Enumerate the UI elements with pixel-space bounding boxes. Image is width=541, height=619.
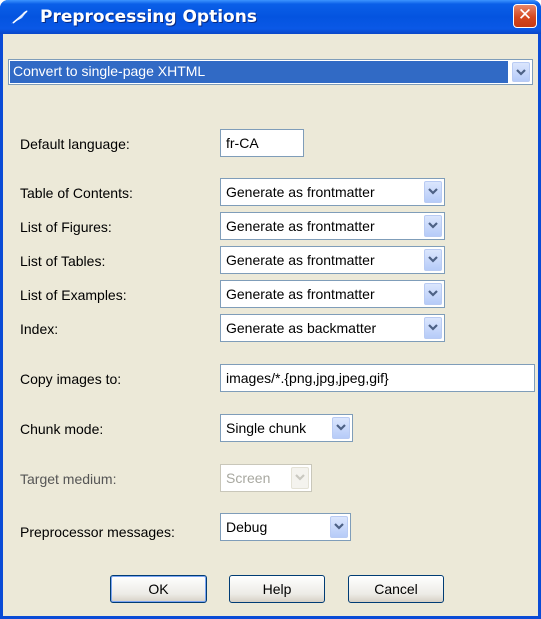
examples-value: Generate as frontmatter [226, 286, 375, 302]
examples-select[interactable]: Generate as frontmatter [220, 280, 445, 308]
chevron-down-icon[interactable] [424, 249, 442, 271]
dialog-content: Convert to single-page XHTML Default lan… [3, 34, 538, 616]
chunk-mode-select[interactable]: Single chunk [220, 414, 353, 442]
chevron-down-icon[interactable] [424, 317, 442, 339]
app-feather-icon [10, 8, 30, 26]
preprocessing-options-dialog: Preprocessing Options ✕ Convert to singl… [0, 0, 541, 619]
toc-select[interactable]: Generate as frontmatter [220, 178, 445, 206]
chevron-down-icon[interactable] [424, 215, 442, 237]
target-medium-label: Target medium: [20, 471, 117, 487]
conversion-type-select[interactable]: Convert to single-page XHTML [8, 59, 533, 85]
dialog-title: Preprocessing Options [40, 7, 257, 27]
figures-label: List of Figures: [20, 219, 112, 235]
chevron-down-icon [291, 467, 309, 489]
copy-images-label: Copy images to: [20, 371, 122, 387]
examples-label: List of Examples: [20, 287, 127, 303]
tables-label: List of Tables: [20, 253, 106, 269]
default-language-input[interactable] [221, 130, 303, 156]
copy-images-field[interactable] [220, 364, 535, 392]
chevron-down-icon[interactable] [512, 62, 530, 82]
messages-label: Preprocessor messages: [20, 524, 175, 540]
toc-value: Generate as frontmatter [226, 184, 375, 200]
default-language-field[interactable] [220, 129, 304, 157]
cancel-button[interactable]: Cancel [348, 575, 444, 603]
messages-select[interactable]: Debug [220, 513, 351, 541]
close-icon: ✕ [517, 5, 533, 25]
title-bar[interactable]: Preprocessing Options ✕ [0, 0, 541, 34]
default-language-label: Default language: [20, 136, 130, 152]
conversion-type-value: Convert to single-page XHTML [13, 63, 206, 79]
figures-value: Generate as frontmatter [226, 218, 375, 234]
chevron-down-icon[interactable] [332, 417, 350, 439]
chunk-mode-label: Chunk mode: [20, 421, 104, 437]
target-medium-select: Screen [220, 464, 312, 492]
copy-images-input[interactable] [221, 365, 534, 391]
index-select[interactable]: Generate as backmatter [220, 314, 445, 342]
messages-value: Debug [226, 519, 268, 535]
help-button[interactable]: Help [229, 575, 325, 603]
chevron-down-icon[interactable] [330, 516, 348, 538]
figures-select[interactable]: Generate as frontmatter [220, 212, 445, 240]
index-label: Index: [20, 321, 59, 337]
chevron-down-icon[interactable] [424, 181, 442, 203]
toc-label: Table of Contents: [20, 185, 133, 201]
chunk-mode-value: Single chunk [226, 420, 307, 436]
close-button[interactable]: ✕ [513, 4, 537, 28]
tables-value: Generate as frontmatter [226, 252, 375, 268]
target-medium-value: Screen [226, 470, 271, 486]
tables-select[interactable]: Generate as frontmatter [220, 246, 445, 274]
chevron-down-icon[interactable] [424, 283, 442, 305]
index-value: Generate as backmatter [226, 320, 377, 336]
ok-button[interactable]: OK [110, 575, 207, 603]
